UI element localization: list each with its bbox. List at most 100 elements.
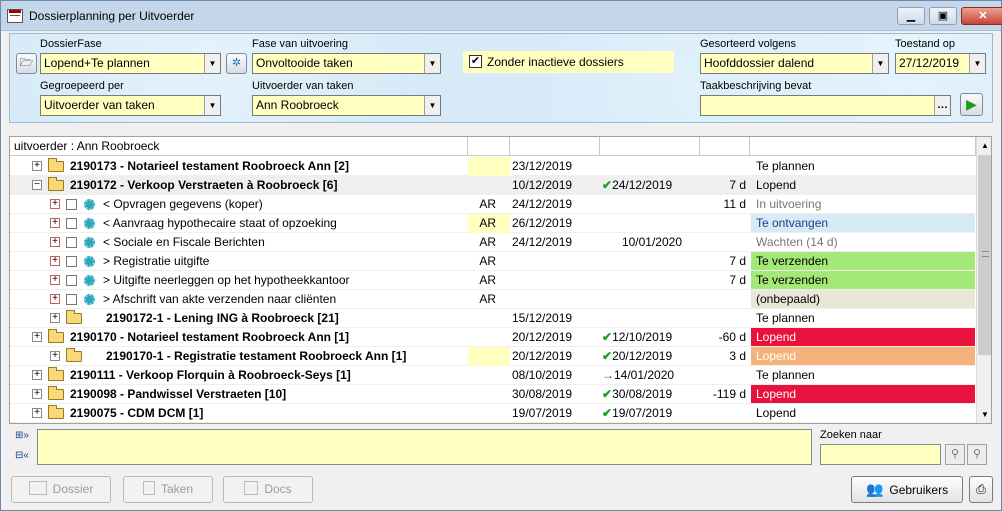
expand-toggle-icon[interactable]: + <box>50 351 60 361</box>
fase-select[interactable]: Onvoltooide taken ▼ <box>252 53 441 74</box>
task-row[interactable]: + > Uitgifte neerleggen op het hypotheekk… <box>10 271 976 290</box>
expand-toggle-icon[interactable]: + <box>50 199 60 209</box>
dossier-row[interactable]: +2190075 - CDM DCM [1] 19/07/2019 ✔19/07/2… <box>10 404 976 423</box>
phase-settings-button[interactable]: ✲ <box>226 53 247 74</box>
task-row[interactable]: + > Registratie uitgifte AR 7 d Te verzenden <box>10 252 976 271</box>
vertical-scrollbar[interactable]: ▲ ▼ <box>976 137 991 423</box>
scroll-down-icon[interactable]: ▼ <box>977 406 991 423</box>
ellipsis-icon[interactable]: … <box>934 96 950 115</box>
column-header[interactable] <box>510 137 600 156</box>
expand-toggle-icon[interactable]: + <box>50 237 60 247</box>
expand-all-icon[interactable]: ⊞» <box>13 429 31 445</box>
column-header[interactable] <box>600 137 700 156</box>
expand-toggle-icon[interactable]: + <box>50 275 60 285</box>
task-checkbox[interactable] <box>66 237 77 248</box>
dossier-row[interactable]: +2190111 - Verkoop Florquin à Roobroeck-… <box>10 366 976 385</box>
expand-toggle-icon[interactable]: + <box>50 218 60 228</box>
expand-toggle-icon[interactable]: + <box>32 161 42 171</box>
start-date-cell: 23/12/2019 <box>512 159 573 173</box>
sort-select[interactable]: Hoofddossier dalend ▼ <box>700 53 889 74</box>
uitvoerder-select[interactable]: Ann Roobroeck ▼ <box>252 95 441 116</box>
inactive-toggle[interactable]: ✔ Zonder inactieve dossiers <box>463 51 674 73</box>
notes-area[interactable] <box>37 429 812 465</box>
task-checkbox[interactable] <box>66 218 77 229</box>
maximize-button[interactable]: ▣ <box>929 7 957 25</box>
start-date-cell: 10/12/2019 <box>512 178 573 192</box>
dossier-row[interactable]: +2190170-1 - Registratie testament Roobr… <box>10 347 976 366</box>
due-date-cell <box>602 309 698 328</box>
days-cell: 11 d <box>723 197 746 211</box>
taak-input[interactable]: … <box>700 95 951 116</box>
row-title: > Afschrift van akte verzenden naar clië… <box>103 292 337 306</box>
minimize-button[interactable]: ▁ <box>897 7 925 25</box>
task-gear-icon <box>84 294 95 305</box>
chevron-down-icon[interactable]: ▼ <box>424 96 440 115</box>
initials-cell: AR <box>479 197 496 211</box>
initials-cell <box>468 347 510 366</box>
column-header[interactable] <box>750 137 976 156</box>
chevron-down-icon[interactable]: ▼ <box>204 54 220 73</box>
search-input[interactable] <box>820 444 941 465</box>
expand-toggle-icon[interactable]: + <box>32 389 42 399</box>
start-date-cell: 19/07/2019 <box>512 406 573 420</box>
fase-label: Fase van uitvoering <box>252 38 348 50</box>
due-date-cell <box>602 252 698 271</box>
task-checkbox[interactable] <box>66 256 77 267</box>
dossier-row[interactable]: +2190172-1 - Lening ING à Roobroeck [21]… <box>10 309 976 328</box>
scroll-up-icon[interactable]: ▲ <box>977 137 991 154</box>
expand-toggle-icon[interactable]: + <box>32 332 42 342</box>
expand-toggle-icon[interactable]: + <box>32 408 42 418</box>
inactive-checkbox[interactable]: ✔ <box>469 55 482 68</box>
gebruikers-button[interactable]: 👥 Gebruikers <box>851 476 963 503</box>
chevron-down-icon[interactable]: ▼ <box>872 54 888 73</box>
task-row[interactable]: + < Opvragen gegevens (koper) AR 24/12/2019… <box>10 195 976 214</box>
folder-icon <box>48 158 64 172</box>
chevron-down-icon[interactable]: ▼ <box>204 96 220 115</box>
dossier-row[interactable]: − 2190172 - Verkoop Verstraeten à Roobroe… <box>10 176 976 195</box>
taken-button[interactable]: Taken <box>123 476 213 503</box>
initials-cell <box>468 366 510 385</box>
scroll-thumb[interactable] <box>978 155 991 355</box>
expand-toggle-icon[interactable]: + <box>50 313 60 323</box>
open-folder-button[interactable]: 🗁 <box>16 53 37 74</box>
collapse-all-icon[interactable]: ⊟« <box>13 449 31 465</box>
task-checkbox[interactable] <box>66 199 77 210</box>
column-header[interactable] <box>468 137 510 156</box>
task-row[interactable]: + > Afschrift van akte verzenden naar cli… <box>10 290 976 309</box>
search-next-icon[interactable]: ⚲ <box>967 444 987 465</box>
task-checkbox[interactable] <box>66 294 77 305</box>
group-select[interactable]: Uitvoerder van taken ▼ <box>40 95 221 116</box>
close-button[interactable]: ✕ <box>961 7 1002 25</box>
column-header[interactable] <box>700 137 750 156</box>
due-date-cell <box>602 271 698 290</box>
row-title: < Sociale en Fiscale Berichten <box>103 235 265 249</box>
run-button[interactable]: ▶ <box>960 93 983 116</box>
chevron-down-icon[interactable]: ▼ <box>424 54 440 73</box>
folder-icon <box>66 348 82 362</box>
docs-button[interactable]: Docs <box>223 476 313 503</box>
expand-toggle-icon[interactable]: + <box>32 370 42 380</box>
dossier-row[interactable]: +2190173 - Notarieel testament Roobroeck… <box>10 157 976 176</box>
dossier-button[interactable]: Dossier <box>11 476 111 503</box>
search-user-icon[interactable]: ⚲ <box>945 444 965 465</box>
initials-cell: AR <box>479 254 496 268</box>
dossierfase-select[interactable]: Lopend+Te plannen ▼ <box>40 53 221 74</box>
days-cell: 7 d <box>729 178 746 192</box>
initials-cell: AR <box>468 214 510 233</box>
expand-toggle-icon[interactable]: + <box>50 256 60 266</box>
print-button[interactable]: ⎙ <box>969 476 993 503</box>
uitvoerder-value: Ann Roobroeck <box>256 98 339 112</box>
task-row[interactable]: + < Aanvraag hypothecaire staat of opzoek… <box>10 214 976 233</box>
task-gear-icon <box>84 199 95 210</box>
task-row[interactable]: + < Sociale en Fiscale Berichten AR 24/12/2… <box>10 233 976 252</box>
expand-toggle-icon[interactable]: − <box>32 180 42 190</box>
window-title: Dossierplanning per Uitvoerder <box>29 9 195 23</box>
task-checkbox[interactable] <box>66 275 77 286</box>
expand-toggle-icon[interactable]: + <box>50 294 60 304</box>
dossier-row[interactable]: +2190098 - Pandwissel Verstraeten [10] 30… <box>10 385 976 404</box>
toestand-value: 27/12/2019 <box>899 56 960 70</box>
days-cell <box>700 214 746 233</box>
dossier-row[interactable]: +2190170 - Notarieel testament Roobroeck… <box>10 328 976 347</box>
chevron-down-icon[interactable]: ▼ <box>969 54 985 73</box>
toestand-select[interactable]: 27/12/2019 ▼ <box>895 53 986 74</box>
